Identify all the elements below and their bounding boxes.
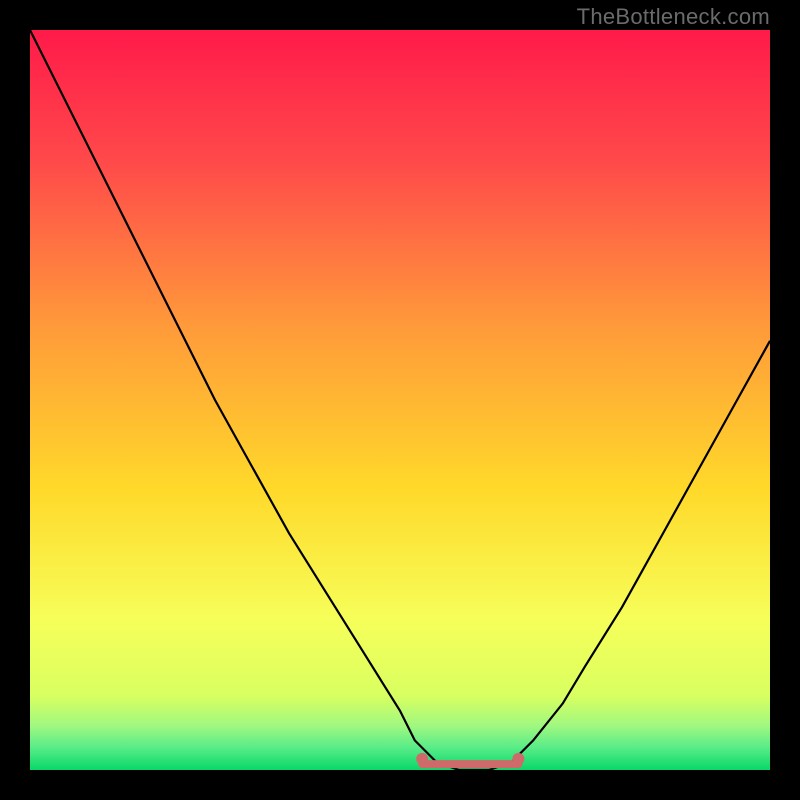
watermark-text: TheBottleneck.com <box>577 4 770 30</box>
bottleneck-curve <box>30 30 770 770</box>
plot-area <box>30 30 770 770</box>
curve-path <box>30 30 770 770</box>
optimal-range-end-marker <box>512 753 524 765</box>
chart-frame: TheBottleneck.com <box>0 0 800 800</box>
optimal-range-start-marker <box>416 753 428 765</box>
